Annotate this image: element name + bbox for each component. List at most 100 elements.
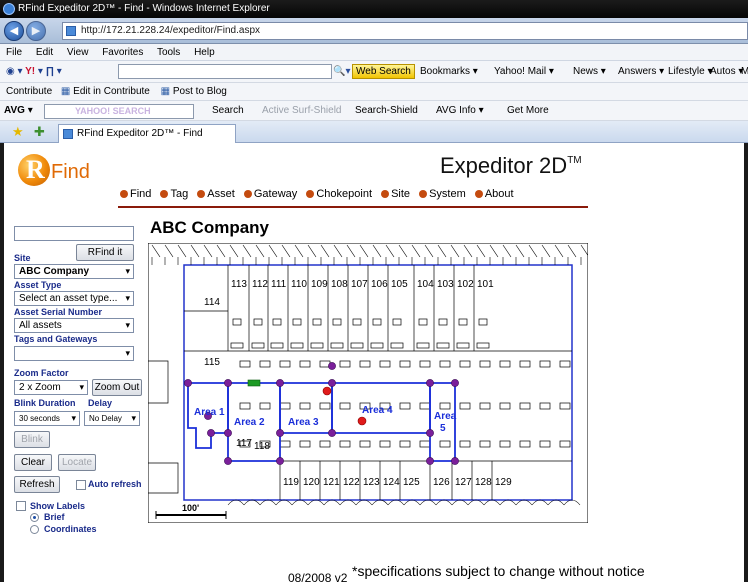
favorites-star-icon[interactable]: ★ bbox=[12, 125, 24, 139]
asset-serial-label: Asset Serial Number bbox=[14, 307, 103, 317]
gateway-node[interactable] bbox=[426, 379, 434, 387]
delay-select[interactable]: No Delay bbox=[84, 411, 140, 426]
asset-serial-select[interactable]: All assets bbox=[14, 318, 134, 333]
asset-type-select[interactable]: Select an asset type... bbox=[14, 291, 134, 306]
yahoo-mail-button[interactable]: Yahoo! Mail ▾ bbox=[494, 61, 554, 82]
zoom-select[interactable]: 2 x Zoom bbox=[14, 380, 88, 395]
app-title: Expeditor 2DTM bbox=[440, 153, 582, 178]
back-arrow-icon[interactable]: ◀ bbox=[4, 21, 24, 41]
room-label: 120 bbox=[303, 477, 320, 488]
nav-system[interactable]: System bbox=[419, 188, 466, 200]
room-label: 125 bbox=[403, 477, 420, 488]
room-label: 103 bbox=[437, 279, 454, 290]
zoom-factor-label: Zoom Factor bbox=[14, 368, 69, 378]
gateway-node[interactable] bbox=[224, 457, 232, 465]
tag-marker[interactable] bbox=[357, 416, 367, 426]
menu-file[interactable]: File bbox=[6, 47, 22, 58]
web-search-button[interactable]: Web Search bbox=[352, 64, 415, 79]
chokepoint-marker[interactable] bbox=[247, 379, 261, 387]
area-label: Area 1 bbox=[194, 407, 225, 418]
room-label: 105 bbox=[391, 279, 408, 290]
gateway-node[interactable] bbox=[184, 379, 192, 387]
gateway-node[interactable] bbox=[224, 429, 232, 437]
nav-tag[interactable]: Tag bbox=[160, 188, 188, 200]
more-button[interactable]: M bbox=[741, 61, 748, 82]
address-bar: ◀ ▶ http://172.21.228.24/expeditor/Find.… bbox=[0, 18, 748, 44]
y-logo-icon[interactable]: ◉ ▾ Y! ▾ ∏ ▾ bbox=[6, 61, 62, 82]
room-label: 106 bbox=[371, 279, 388, 290]
avg-search-button[interactable]: Search bbox=[212, 101, 244, 120]
floor-plan-svg[interactable]: 113 112 111 110 109 108 107 106 105 104 103 102 101 1… bbox=[147, 242, 590, 524]
blink-duration-select[interactable]: 30 seconds bbox=[14, 411, 80, 426]
gateway-node[interactable] bbox=[224, 379, 232, 387]
gateway-node[interactable] bbox=[276, 457, 284, 465]
room-label: 102 bbox=[457, 279, 474, 290]
edit-in-contribute-button[interactable]: Edit in Contribute bbox=[73, 86, 150, 97]
zoom-out-button[interactable]: Zoom Out bbox=[92, 379, 142, 396]
area-label: 5 bbox=[440, 423, 446, 434]
menu-edit[interactable]: Edit bbox=[36, 47, 53, 58]
search-input[interactable] bbox=[14, 226, 134, 241]
forward-arrow-icon[interactable]: ▶ bbox=[26, 21, 46, 41]
gateway-node[interactable] bbox=[207, 429, 215, 437]
nav-site[interactable]: Site bbox=[381, 188, 410, 200]
gateway-node[interactable] bbox=[276, 379, 284, 387]
tag-marker[interactable] bbox=[322, 386, 332, 396]
search-shield-button[interactable]: Search-Shield bbox=[355, 101, 418, 120]
site-select[interactable]: ABC Company bbox=[14, 264, 134, 279]
room-label: 123 bbox=[363, 477, 380, 488]
avg-search-input[interactable]: YAHOO! SEARCH bbox=[44, 104, 194, 119]
gateway-node[interactable] bbox=[276, 429, 284, 437]
gateway-node[interactable] bbox=[426, 457, 434, 465]
logo-r: R bbox=[26, 155, 45, 184]
rfind-logo: R Find bbox=[18, 154, 96, 186]
clear-button[interactable]: Clear bbox=[14, 454, 52, 471]
active-surf-shield[interactable]: Active Surf-Shield bbox=[262, 101, 341, 120]
avg-info-button[interactable]: AVG Info ▾ bbox=[436, 101, 484, 120]
blink-duration-label: Blink Duration bbox=[14, 398, 76, 408]
coordinates-radio[interactable] bbox=[30, 525, 39, 534]
gateway-node[interactable] bbox=[328, 379, 336, 387]
blog-icon: ▦ bbox=[160, 86, 171, 97]
gateway-node[interactable] bbox=[451, 457, 459, 465]
nav-asset[interactable]: Asset bbox=[197, 188, 235, 200]
answers-button[interactable]: Answers ▾ bbox=[618, 61, 664, 82]
locate-button[interactable]: Locate bbox=[58, 454, 96, 471]
menu-favorites[interactable]: Favorites bbox=[102, 47, 143, 58]
contribute-toolbar: Contribute ▦ Edit in Contribute ▦ Post t… bbox=[0, 83, 748, 101]
gateway-node[interactable] bbox=[426, 429, 434, 437]
nav-chokepoint[interactable]: Chokepoint bbox=[306, 188, 372, 200]
refresh-button[interactable]: Refresh bbox=[14, 476, 60, 493]
menu-bar: File Edit View Favorites Tools Help bbox=[0, 44, 748, 61]
avg-menu-button[interactable]: AVG ▾ bbox=[4, 101, 33, 120]
gateway-node[interactable] bbox=[451, 379, 459, 387]
post-to-blog-button[interactable]: Post to Blog bbox=[173, 86, 227, 97]
search-icon[interactable]: 🔍▾ bbox=[333, 61, 350, 82]
brief-radio[interactable] bbox=[30, 513, 39, 522]
blink-button[interactable]: Blink bbox=[14, 431, 50, 448]
show-labels-checkbox[interactable] bbox=[16, 501, 26, 511]
nav-about[interactable]: About bbox=[474, 188, 514, 200]
rfind-it-button[interactable]: RFind it bbox=[76, 244, 134, 261]
menu-view[interactable]: View bbox=[67, 47, 89, 58]
room-label: 113 bbox=[231, 279, 247, 290]
news-button[interactable]: News ▾ bbox=[573, 61, 606, 82]
get-more-button[interactable]: Get More bbox=[507, 101, 549, 120]
url-input[interactable]: http://172.21.228.24/expeditor/Find.aspx bbox=[62, 22, 748, 40]
menu-help[interactable]: Help bbox=[194, 47, 215, 58]
add-favorites-icon[interactable]: ✚ bbox=[34, 125, 45, 139]
company-heading: ABC Company bbox=[150, 218, 270, 237]
lifestyle-button[interactable]: Lifestyle ▾ bbox=[668, 61, 712, 82]
tab-rfind[interactable]: RFind Expeditor 2D™ - Find bbox=[58, 124, 236, 143]
gateway-node[interactable] bbox=[328, 362, 336, 370]
auto-refresh-checkbox[interactable] bbox=[76, 480, 86, 490]
floor-plan-map[interactable]: 113 112 111 110 109 108 107 106 105 104 103 102 101 1… bbox=[147, 242, 590, 524]
nav-gateway[interactable]: Gateway bbox=[243, 188, 297, 200]
bookmarks-button[interactable]: Bookmarks ▾ bbox=[420, 61, 478, 82]
gateway-node[interactable] bbox=[328, 429, 336, 437]
yahoo-search-input[interactable] bbox=[118, 64, 332, 79]
autos-button[interactable]: Autos ▾ bbox=[710, 61, 743, 82]
menu-tools[interactable]: Tools bbox=[157, 47, 180, 58]
tags-gateways-select[interactable] bbox=[14, 346, 134, 361]
nav-find[interactable]: Find bbox=[120, 188, 151, 200]
